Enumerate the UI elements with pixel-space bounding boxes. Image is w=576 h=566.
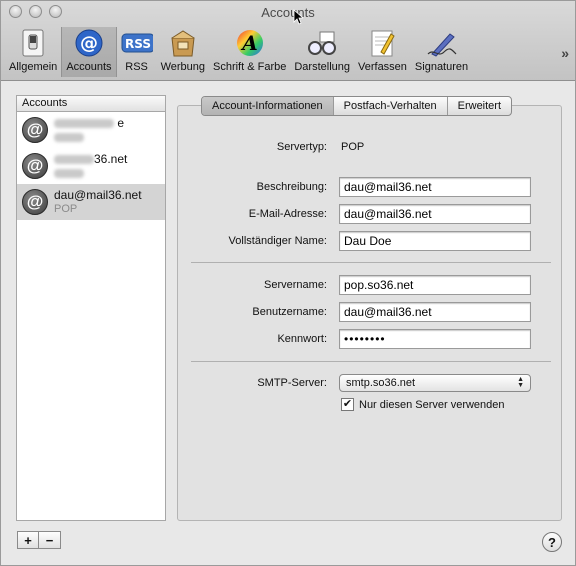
signature-pen-icon [426, 27, 458, 59]
full-name-label: Vollständiger Name: [228, 235, 327, 247]
account-add-remove-group: + − [17, 531, 61, 549]
compose-pencil-icon [366, 27, 398, 59]
junk-mail-icon [167, 27, 199, 59]
email-field[interactable] [339, 204, 531, 224]
remove-account-button[interactable]: − [39, 531, 61, 549]
smtp-server-label: SMTP-Server: [257, 377, 327, 389]
tab-account-informationen[interactable]: Account-Informationen [202, 97, 333, 115]
viewing-glasses-icon [306, 27, 338, 59]
help-button[interactable]: ? [542, 532, 562, 552]
benutzername-label: Benutzername: [252, 306, 327, 318]
redacted-text [54, 132, 84, 142]
separator [191, 361, 551, 362]
only-this-server-option: ✔ Nur diesen Server verwenden [341, 398, 505, 411]
toolbar-schrift-farbe[interactable]: A Schrift & Farbe [209, 27, 290, 77]
svg-text:@: @ [80, 33, 98, 54]
separator [191, 262, 551, 263]
at-sign-icon: @ [73, 27, 105, 59]
redacted-text [54, 155, 94, 165]
servername-label: Servername: [264, 279, 327, 291]
account-item[interactable]: @ e [17, 112, 165, 148]
preferences-window: Accounts Allgemein @ Accounts RSS RSS We… [0, 0, 576, 566]
window-title: Accounts [261, 5, 315, 20]
redacted-text [54, 119, 114, 129]
servertyp-label: Servertyp: [276, 141, 327, 153]
account-item-selected[interactable]: @ dau@mail36.net POP [17, 184, 165, 220]
settings-tabs: Account-Informationen Postfach-Verhalten… [201, 96, 513, 116]
redacted-text [54, 168, 84, 178]
up-down-arrows-icon: ▲ ▼ [517, 376, 524, 389]
password-field[interactable] [339, 329, 531, 349]
servertyp-value: POP [341, 141, 365, 153]
accounts-list-header: Accounts [17, 96, 165, 112]
benutzername-field[interactable] [339, 302, 531, 322]
email-label: E-Mail-Adresse: [248, 208, 327, 220]
font-color-icon: A [234, 27, 266, 59]
kennwort-label: Kennwort: [277, 333, 327, 345]
preferences-toolbar: Allgemein @ Accounts RSS RSS Werbung A S… [5, 27, 472, 79]
at-account-icon: @ [22, 189, 48, 215]
at-account-icon: @ [22, 153, 48, 179]
rss-icon: RSS [121, 27, 153, 59]
toolbar-werbung[interactable]: Werbung [157, 27, 209, 77]
toolbar-darstellung[interactable]: Darstellung [290, 27, 354, 77]
toolbar-overflow-chevron-icon[interactable]: » [561, 45, 569, 61]
only-this-server-label: Nur diesen Server verwenden [359, 398, 505, 411]
smtp-server-select[interactable]: smtp.so36.net ▲ ▼ [339, 374, 531, 392]
add-account-button[interactable]: + [17, 531, 39, 549]
full-name-field[interactable] [339, 231, 531, 251]
only-this-server-checkbox[interactable]: ✔ [341, 398, 354, 411]
svg-text:RSS: RSS [125, 37, 151, 51]
svg-text:A: A [240, 31, 258, 55]
toolbar-accounts[interactable]: @ Accounts [61, 27, 117, 77]
switch-icon [17, 27, 49, 59]
account-item[interactable]: @ 36.net [17, 148, 165, 184]
mouse-pointer-icon [293, 9, 305, 28]
tab-erweitert[interactable]: Erweitert [446, 97, 511, 115]
beschreibung-label: Beschreibung: [256, 181, 327, 193]
toolbar-rss[interactable]: RSS RSS [117, 27, 157, 77]
at-account-icon: @ [22, 117, 48, 143]
title-bar: Accounts Allgemein @ Accounts RSS RSS We… [1, 1, 575, 81]
toolbar-signaturen[interactable]: Signaturen [411, 27, 472, 77]
accounts-list: Accounts @ e @ 36.net @ dau@mail36.net P… [16, 95, 166, 521]
servername-field[interactable] [339, 275, 531, 295]
toolbar-verfassen[interactable]: Verfassen [354, 27, 411, 77]
beschreibung-field[interactable] [339, 177, 531, 197]
toolbar-allgemein[interactable]: Allgemein [5, 27, 61, 77]
tab-postfach-verhalten[interactable]: Postfach-Verhalten [332, 97, 447, 115]
